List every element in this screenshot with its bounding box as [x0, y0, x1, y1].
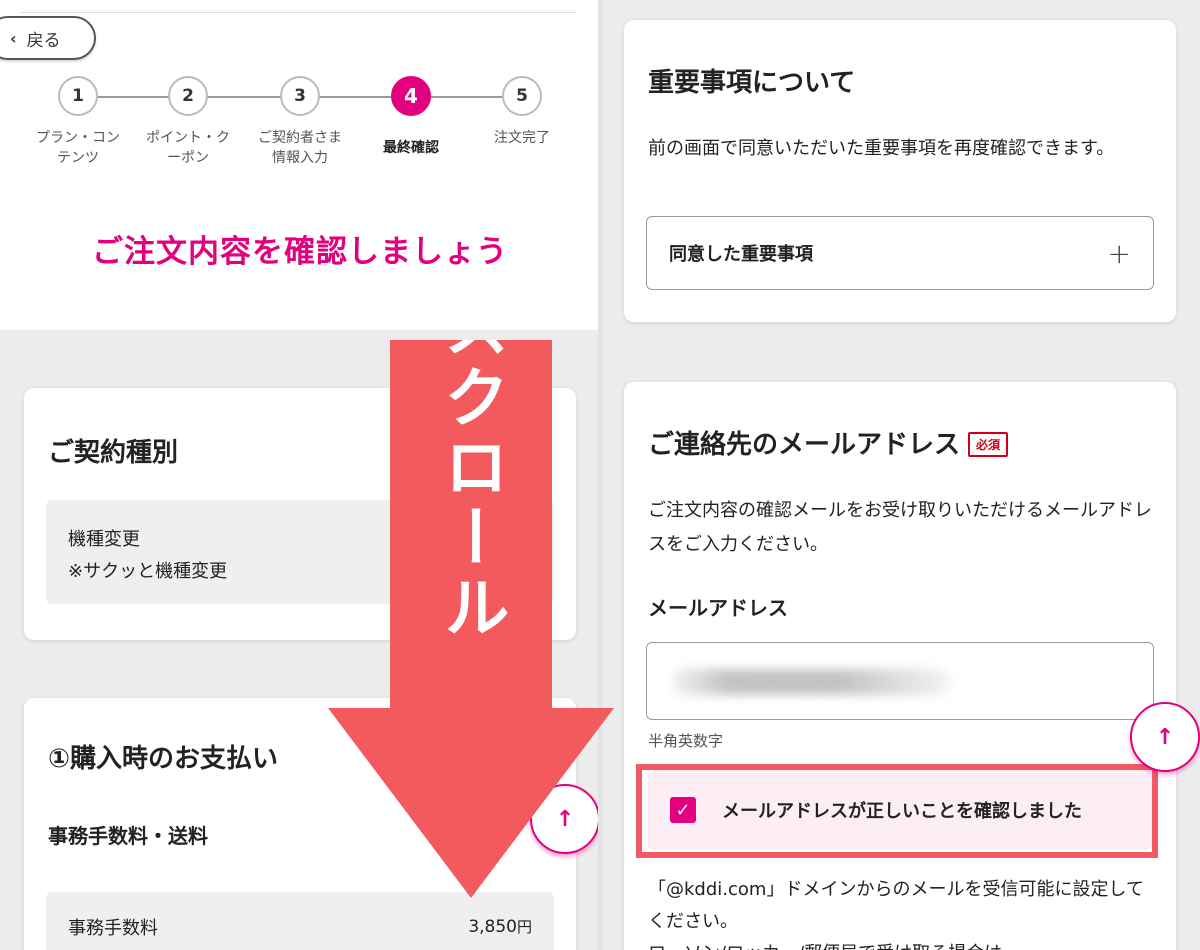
step-2: 2 ポイント・ク ーポン [128, 76, 248, 168]
email-card-header: ご連絡先のメールアドレス 必須 [648, 424, 1009, 461]
plus-icon: + [1107, 236, 1131, 270]
step-number: 1 [58, 76, 98, 116]
blurred-email-value [671, 669, 951, 695]
email-note-1: 「@kddi.com」ドメインからのメールを受信可能に設定してください。 [648, 879, 1144, 932]
back-label: 戻る [26, 30, 61, 51]
payment-subtitle: 事務手数料・送料 [48, 824, 208, 848]
email-card-title: ご連絡先のメールアドレス [648, 430, 961, 460]
fee-amount: 3,850 [468, 917, 517, 937]
agreed-matters-accordion[interactable]: 同意した重要事項 + [646, 216, 1154, 290]
step-1: 1 プラン・コン テンツ [18, 76, 138, 168]
step-label: ご契約者さま 情報入力 [258, 130, 342, 166]
fee-row: 事務手数料 3,850円 [46, 892, 554, 950]
step-4: 4 最終確認 [351, 76, 471, 158]
email-input[interactable] [646, 642, 1154, 720]
contract-type-text: 機種変更 [68, 529, 140, 550]
back-button[interactable]: ‹ 戻る [0, 16, 96, 60]
scroll-down-text: 下にスクロール [433, 340, 510, 643]
important-matters-card: 重要事項について 前の画面で同意いただいた重要事項を再度確認できます。 同意した… [624, 20, 1176, 322]
fee-unit: 円 [516, 918, 532, 936]
payment-card-title: ①購入時のお支払い [48, 744, 279, 774]
step-label: ポイント・ク ーポン [146, 130, 230, 166]
step-3: 3 ご契約者さま 情報入力 [240, 76, 360, 168]
arrow-up-icon: ↑ [1155, 724, 1175, 750]
email-hint: 半角英数字 [648, 732, 724, 750]
step-5: 5 注文完了 [462, 76, 582, 148]
email-note: 「@kddi.com」ドメインからのメールを受信可能に設定してください。 ローソ… [648, 874, 1158, 950]
step-label: プラン・コン テンツ [36, 130, 120, 166]
header-section: ‹ 戻る 1 プラン・コン テンツ 2 ポイント・ク ーポン 3 ご契約者さま … [0, 0, 600, 330]
highlight-frame [636, 764, 1158, 858]
contract-card-title: ご契約種別 [48, 438, 179, 468]
scroll-top-button-right[interactable]: ↑ [1130, 702, 1200, 772]
fee-value: 3,850円 [468, 916, 532, 937]
step-number: 5 [502, 76, 542, 116]
scroll-down-arrow-overlay: 下にスクロール [328, 340, 614, 898]
email-field-label: メールアドレス [648, 596, 788, 620]
step-label: 注文完了 [494, 130, 550, 146]
required-badge: 必須 [968, 432, 1009, 457]
email-card: ご連絡先のメールアドレス 必須 ご注文内容の確認メールをお受け取りいただけるメール… [624, 382, 1176, 950]
step-number: 2 [168, 76, 208, 116]
accordion-label: 同意した重要事項 [669, 244, 813, 265]
contract-note-text: ※サクッと機種変更 [68, 561, 228, 582]
page-title: ご注文内容を確認しましょう [92, 234, 508, 270]
fee-label: 事務手数料 [68, 918, 158, 939]
important-card-title: 重要事項について [648, 68, 856, 98]
chevron-left-icon: ‹ [10, 28, 17, 48]
top-divider [20, 12, 576, 13]
step-number: 3 [280, 76, 320, 116]
progress-stepper: 1 プラン・コン テンツ 2 ポイント・ク ーポン 3 ご契約者さま 情報入力 … [0, 76, 600, 186]
step-label: 最終確認 [383, 140, 439, 156]
email-description: ご注文内容の確認メールをお受け取りいただけるメールアドレスをご入力ください。 [648, 500, 1152, 555]
step-number: 4 [391, 76, 431, 116]
email-note-2: ローソン/ロッカー/郵便局で受け取る場合は [648, 938, 1158, 950]
important-description: 前の画面で同意いただいた重要事項を再度確認できます。 [648, 138, 1115, 159]
